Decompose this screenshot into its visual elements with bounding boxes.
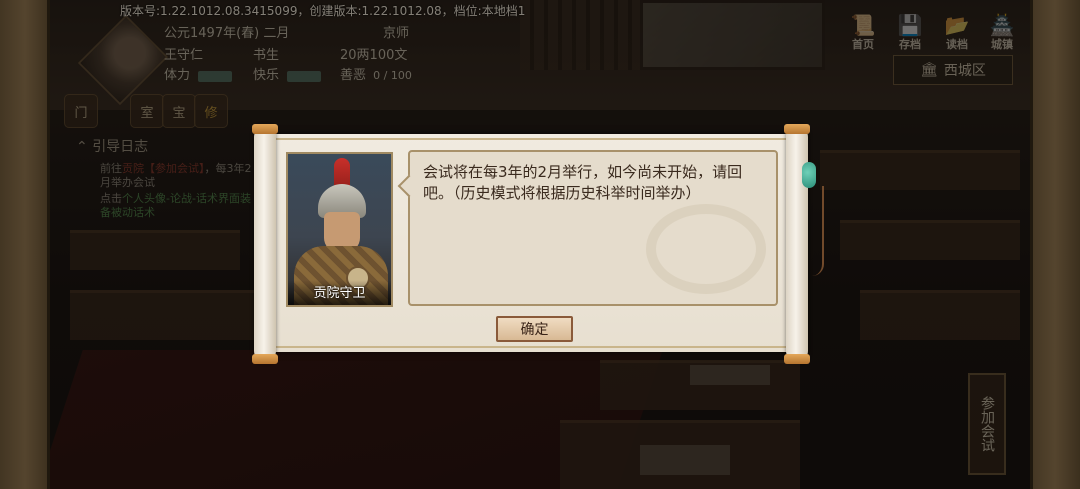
speaker-portrait: 贡院守卫 bbox=[286, 152, 393, 307]
speech-bubble: 会试将在每3年的2月举行，如今尚未开始，请回吧。（历史模式将根据历史科举时间举办… bbox=[408, 150, 778, 306]
scroll-rod-right bbox=[784, 124, 810, 364]
game-scene: 公元1497年(春) 二月 京师 王守仁 书生 20两100文 体力 快乐 善恶… bbox=[0, 0, 1080, 489]
dialog-message: 会试将在每3年的2月举行，如今尚未开始，请回吧。（历史模式将根据历史科举时间举办… bbox=[423, 163, 743, 202]
speaker-name: 贡院守卫 bbox=[288, 280, 391, 305]
tassel-cord bbox=[808, 186, 824, 276]
rod-cap bbox=[784, 354, 810, 364]
rod-cap bbox=[252, 124, 278, 134]
scroll-rod-left bbox=[252, 124, 278, 364]
cloud-pattern bbox=[646, 204, 766, 294]
confirm-button[interactable]: 确定 bbox=[496, 316, 573, 342]
jade-tassel-icon bbox=[802, 162, 816, 188]
rod-cap bbox=[252, 354, 278, 364]
rod-cap bbox=[784, 124, 810, 134]
